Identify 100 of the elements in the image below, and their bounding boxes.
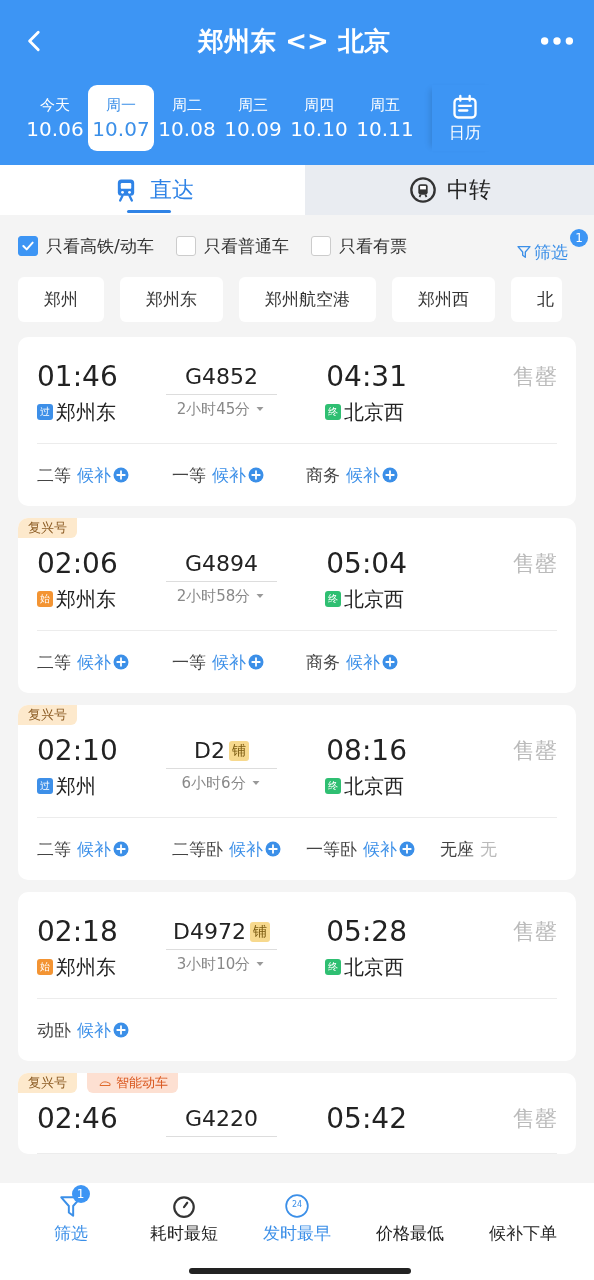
window-title: 郑州东 <> 北京 (198, 24, 390, 58)
arrival-time: 05:28 (325, 914, 407, 950)
station-mark: 过 (37, 404, 53, 420)
tab[interactable]: 直达 (0, 165, 305, 215)
plus-icon (381, 466, 399, 484)
duration-text[interactable]: 6小时6分 (181, 769, 262, 797)
count-badge: 1 (570, 228, 588, 247)
sort-tab[interactable]: 候补下单 (466, 1185, 580, 1245)
date-tab[interactable]: 周四 10.10 (286, 85, 352, 151)
train-card[interactable]: 01:46 过 郑州东 G4852 2小时45分 04:31 终 北京西 售罄 二等 候补 一等 候补 商务 候补 (18, 337, 576, 506)
train-number: D4972 (173, 919, 246, 944)
plus-icon (112, 466, 130, 484)
train-tag: 复兴号 (18, 518, 77, 538)
seat-class: 二等 (37, 837, 71, 861)
funnel-icon (516, 244, 532, 260)
sold-out-status: 售罄 (513, 1105, 557, 1133)
waitlist-button[interactable]: 候补 (77, 463, 130, 487)
station-chip[interactable]: 郑州东 (120, 277, 223, 322)
station-mark: 始 (37, 959, 53, 975)
train-tag: 复兴号 (18, 1073, 77, 1093)
waitlist-button[interactable]: 候补 (77, 837, 130, 861)
waitlist-button[interactable]: 候补 (212, 463, 265, 487)
sold-out-status: 售罄 (513, 363, 557, 391)
checkbox-filter[interactable]: 只看高铁/动车 (18, 234, 154, 258)
station-name: 郑州东 (56, 953, 116, 981)
berth-tag: 铺 (228, 740, 249, 761)
arrival-time: 04:31 (325, 359, 407, 395)
waitlist-button[interactable]: 候补 (212, 650, 265, 674)
seat-class: 商务 (306, 463, 340, 487)
plus-icon (112, 653, 130, 671)
waitlist-button[interactable]: 候补 (77, 1018, 130, 1042)
plus-icon (112, 840, 130, 858)
station-chip[interactable]: 北 (511, 277, 562, 322)
seat-class: 二等 (37, 463, 71, 487)
seat-class: 二等卧 (172, 837, 223, 861)
more-icon[interactable] (540, 34, 574, 48)
checkbox-filter[interactable]: 只看有票 (310, 234, 407, 258)
seat-class: 一等 (172, 463, 206, 487)
station-chip[interactable]: 郑州航空港 (239, 277, 376, 322)
calendar-button[interactable]: 日历 (432, 85, 498, 151)
train-card[interactable]: 复兴号 02:06 始 郑州东 G4894 2小时58分 05:04 终 北京西 售罄 二等 候补 一等 候补 商务 候补 (18, 518, 576, 693)
seat-class: 无座 (440, 837, 474, 861)
duration-text[interactable]: 2小时45分 (176, 395, 267, 423)
transfer-icon (408, 176, 437, 204)
date-tab[interactable]: 周三 10.09 (220, 85, 286, 151)
seat-class: 商务 (306, 650, 340, 674)
waitlist-button[interactable]: 候补 (346, 650, 399, 674)
station-name: 北京西 (344, 398, 404, 426)
duration-text[interactable]: 2小时58分 (176, 582, 267, 610)
filter-link[interactable]: 筛选 1 (516, 228, 588, 264)
seat-class: 一等卧 (306, 837, 357, 861)
train-card[interactable]: 复兴号 智能动车 02:46 G4220 05:42 售罄 (18, 1073, 576, 1154)
icon-number: 24 (290, 1200, 304, 1209)
departure-time: 02:18 (37, 914, 119, 950)
waitlist-button[interactable]: 候补 (346, 463, 399, 487)
station-mark: 终 (325, 591, 341, 607)
station-name: 郑州东 (56, 398, 116, 426)
tab[interactable]: 中转 (305, 165, 594, 215)
plus-icon (247, 653, 265, 671)
station-name: 郑州 (56, 772, 96, 800)
departure-time: 02:06 (37, 546, 119, 582)
departure-time: 01:46 (37, 359, 119, 395)
checkbox[interactable] (175, 236, 196, 256)
train-tag: 复兴号 (18, 705, 77, 725)
clock-icon (284, 1193, 310, 1219)
sort-tab[interactable]: 24 发时最早 (240, 1185, 354, 1245)
station-name: 北京西 (344, 585, 404, 613)
train-number: G4894 (184, 551, 258, 576)
plus-icon (247, 466, 265, 484)
station-chip[interactable]: 郑州 (18, 277, 104, 322)
sort-tab[interactable]: 耗时最短 (127, 1185, 241, 1245)
checkbox-filter[interactable]: 只看普通车 (175, 234, 289, 258)
sort-tab[interactable]: 价格最低 (353, 1185, 467, 1245)
seat-class: 二等 (37, 650, 71, 674)
station-name: 北京西 (344, 772, 404, 800)
seat-class: 一等 (172, 650, 206, 674)
station-mark: 始 (37, 591, 53, 607)
date-tab[interactable]: 周二 10.08 (154, 85, 220, 151)
train-card[interactable]: 复兴号 02:10 过 郑州 D2 铺 6小时6分 08:16 终 北京西 售罄 二等 候补 二等卧 候补 一等卧 候补 无座 无 (18, 705, 576, 880)
station-name: 郑州东 (56, 585, 116, 613)
waitlist-button[interactable]: 候补 (229, 837, 282, 861)
sold-out-status: 售罄 (513, 550, 557, 578)
waitlist-button[interactable]: 候补 (363, 837, 416, 861)
plus-icon (112, 1021, 130, 1039)
date-tab[interactable]: 今天 10.06 (22, 85, 88, 151)
arrival-time: 05:04 (325, 546, 407, 582)
train-card[interactable]: 02:18 始 郑州东 D4972 铺 3小时10分 05:28 终 北京西 售罄 动卧 候补 (18, 892, 576, 1061)
waitlist-button[interactable]: 候补 (77, 650, 130, 674)
station-chip[interactable]: 郑州西 (392, 277, 495, 322)
date-tab[interactable]: 周一 10.07 (88, 85, 154, 151)
count-badge: 1 (71, 1185, 90, 1203)
checkbox[interactable] (18, 236, 38, 256)
plus-icon (398, 840, 416, 858)
sold-out-status: 售罄 (513, 918, 557, 946)
station-mark: 过 (37, 778, 53, 794)
train-number: G4220 (184, 1106, 258, 1131)
sort-tab[interactable]: 1 筛选 (14, 1185, 128, 1245)
checkbox[interactable] (310, 236, 331, 256)
date-tab[interactable]: 周五 10.11 (352, 85, 418, 151)
duration-text[interactable]: 3小时10分 (176, 950, 267, 978)
